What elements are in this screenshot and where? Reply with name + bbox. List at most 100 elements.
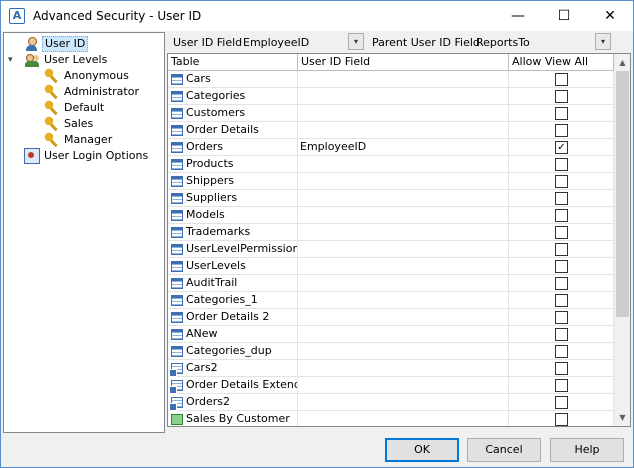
user-id-field-dropdown-button[interactable]: ▾: [348, 33, 364, 50]
tree-item-default[interactable]: Default: [44, 100, 106, 116]
allow-view-all-checkbox[interactable]: [555, 413, 568, 426]
table-name-cell[interactable]: Orders2: [168, 394, 298, 411]
allow-view-all-checkbox[interactable]: [555, 192, 568, 205]
tree-item-administrator[interactable]: Administrator: [44, 84, 141, 100]
allow-view-all-checkbox[interactable]: [555, 328, 568, 341]
allow-view-all-checkbox[interactable]: [555, 396, 568, 409]
user-id-field-dropdown[interactable]: EmployeeID: [243, 36, 309, 49]
allow-view-all-checkbox[interactable]: [555, 277, 568, 290]
close-button[interactable]: ✕: [587, 1, 633, 31]
table-row[interactable]: ANew: [168, 326, 614, 343]
table-name-cell[interactable]: Models: [168, 207, 298, 224]
table-name-cell[interactable]: UserLevelPermissions: [168, 241, 298, 258]
tree-item-user-login-options[interactable]: User Login Options: [24, 148, 150, 164]
user-id-field-cell[interactable]: [298, 411, 509, 426]
table-name-cell[interactable]: Suppliers: [168, 190, 298, 207]
table-row[interactable]: Orders EmployeeID ✓: [168, 139, 614, 156]
table-row[interactable]: UserLevelPermissions: [168, 241, 614, 258]
user-id-field-cell[interactable]: [298, 105, 509, 122]
allow-view-all-checkbox[interactable]: [555, 226, 568, 239]
table-name-cell[interactable]: Sales By Customer: [168, 411, 298, 426]
allow-view-all-checkbox[interactable]: ✓: [555, 141, 568, 154]
table-row[interactable]: Orders2: [168, 394, 614, 411]
tree-item-user-levels[interactable]: User Levels: [24, 52, 109, 68]
user-id-field-cell[interactable]: [298, 190, 509, 207]
allow-view-all-checkbox[interactable]: [555, 107, 568, 120]
table-name-cell[interactable]: Categories_dup: [168, 343, 298, 360]
vertical-scrollbar[interactable]: ▲ ▼: [614, 54, 630, 426]
column-header-allow-view-all[interactable]: Allow View All: [509, 54, 614, 71]
scroll-down-arrow[interactable]: ▼: [614, 409, 630, 426]
table-name-cell[interactable]: Order Details Extended: [168, 377, 298, 394]
table-row[interactable]: Cars: [168, 71, 614, 88]
table-row[interactable]: Categories: [168, 88, 614, 105]
allow-view-all-checkbox[interactable]: [555, 90, 568, 103]
table-name-cell[interactable]: AuditTrail: [168, 275, 298, 292]
table-row[interactable]: Order Details 2: [168, 309, 614, 326]
user-id-field-cell[interactable]: [298, 360, 509, 377]
title-bar[interactable]: A Advanced Security - User ID — ☐ ✕: [1, 1, 633, 31]
table-name-cell[interactable]: Cars2: [168, 360, 298, 377]
table-row[interactable]: Order Details Extended: [168, 377, 614, 394]
table-name-cell[interactable]: UserLevels: [168, 258, 298, 275]
table-name-cell[interactable]: Shippers: [168, 173, 298, 190]
table-row[interactable]: AuditTrail: [168, 275, 614, 292]
table-row[interactable]: Sales By Customer: [168, 411, 614, 426]
tree-item-user-id[interactable]: User ID: [24, 36, 89, 52]
allow-view-all-checkbox[interactable]: [555, 294, 568, 307]
table-name-cell[interactable]: Order Details: [168, 122, 298, 139]
user-id-field-cell[interactable]: [298, 258, 509, 275]
table-row[interactable]: UserLevels: [168, 258, 614, 275]
user-id-field-cell[interactable]: [298, 241, 509, 258]
security-tree[interactable]: ▾ User ID User Levels Anonymous Administrat…: [3, 32, 165, 433]
scroll-thumb[interactable]: [616, 71, 629, 317]
table-row[interactable]: Models: [168, 207, 614, 224]
allow-view-all-checkbox[interactable]: [555, 175, 568, 188]
table-name-cell[interactable]: Products: [168, 156, 298, 173]
user-id-field-cell[interactable]: [298, 394, 509, 411]
minimize-button[interactable]: —: [495, 1, 541, 31]
parent-user-id-field-dropdown[interactable]: ReportsTo: [476, 36, 530, 49]
table-row[interactable]: Categories_1: [168, 292, 614, 309]
scroll-up-arrow[interactable]: ▲: [614, 54, 630, 71]
parent-user-id-field-dropdown-button[interactable]: ▾: [595, 33, 611, 50]
table-name-cell[interactable]: Order Details 2: [168, 309, 298, 326]
table-row[interactable]: Customers: [168, 105, 614, 122]
user-id-field-cell[interactable]: [298, 292, 509, 309]
table-row[interactable]: Trademarks: [168, 224, 614, 241]
table-name-cell[interactable]: ANew: [168, 326, 298, 343]
allow-view-all-checkbox[interactable]: [555, 158, 568, 171]
user-id-field-cell[interactable]: [298, 224, 509, 241]
allow-view-all-checkbox[interactable]: [555, 379, 568, 392]
table-name-cell[interactable]: Categories_1: [168, 292, 298, 309]
allow-view-all-checkbox[interactable]: [555, 124, 568, 137]
ok-button[interactable]: OK: [385, 438, 459, 462]
allow-view-all-checkbox[interactable]: [555, 260, 568, 273]
allow-view-all-checkbox[interactable]: [555, 243, 568, 256]
user-id-field-cell[interactable]: [298, 88, 509, 105]
user-id-field-cell[interactable]: [298, 309, 509, 326]
user-id-field-cell[interactable]: [298, 207, 509, 224]
column-header-table[interactable]: Table: [168, 54, 298, 71]
table-row[interactable]: Order Details: [168, 122, 614, 139]
cancel-button[interactable]: Cancel: [467, 438, 541, 462]
table-name-cell[interactable]: Customers: [168, 105, 298, 122]
user-id-field-cell[interactable]: [298, 377, 509, 394]
user-id-field-cell[interactable]: [298, 343, 509, 360]
column-header-user-id-field[interactable]: User ID Field: [298, 54, 509, 71]
table-name-cell[interactable]: Cars: [168, 71, 298, 88]
allow-view-all-checkbox[interactable]: [555, 311, 568, 324]
table-row[interactable]: Shippers: [168, 173, 614, 190]
user-id-field-cell[interactable]: [298, 71, 509, 88]
table-row[interactable]: Cars2: [168, 360, 614, 377]
user-id-field-cell[interactable]: [298, 156, 509, 173]
user-id-field-cell[interactable]: [298, 173, 509, 190]
table-name-cell[interactable]: Trademarks: [168, 224, 298, 241]
user-id-field-cell[interactable]: [298, 122, 509, 139]
help-button[interactable]: Help: [550, 438, 624, 462]
table-name-cell[interactable]: Orders: [168, 139, 298, 156]
user-id-field-cell[interactable]: [298, 326, 509, 343]
user-id-field-cell[interactable]: [298, 275, 509, 292]
table-permissions-grid[interactable]: Table User ID Field Allow View All Cars C…: [167, 53, 631, 427]
user-id-field-cell[interactable]: EmployeeID: [298, 139, 509, 156]
